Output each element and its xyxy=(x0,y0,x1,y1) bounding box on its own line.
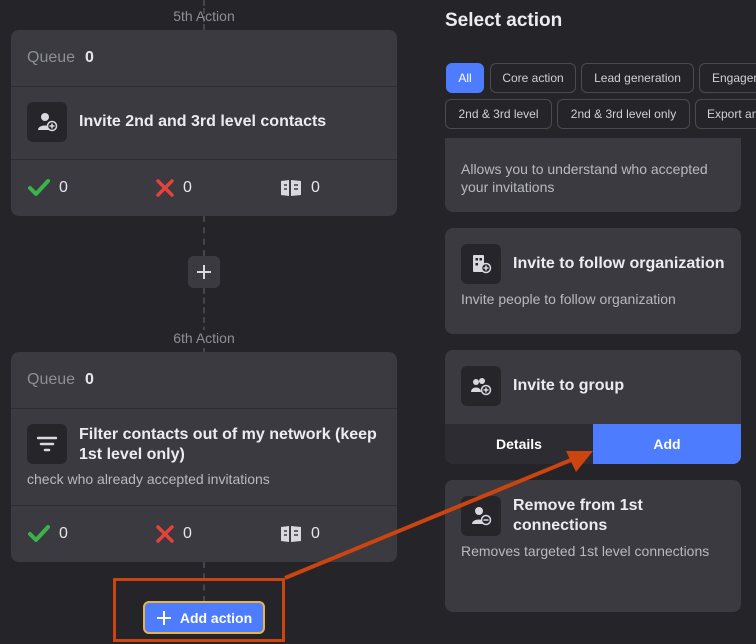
filter-chip-2nd-3rd-level-only[interactable]: 2nd & 3rd level only xyxy=(557,99,690,129)
action-option-desc: Invite people to follow organization xyxy=(461,291,676,307)
skipped-icon xyxy=(281,526,301,542)
stats-row: 0 0 0 xyxy=(11,159,397,216)
action-title-line2: 1st level only) xyxy=(79,446,185,463)
failed-count: 0 xyxy=(183,525,192,542)
action-title: Filter contacts out of my network (keep … xyxy=(79,425,389,465)
action-option-invite-follow-organization[interactable]: Invite to follow organization Invite peo… xyxy=(445,228,741,334)
action-title-line1: Filter contacts out of my network (keep xyxy=(79,426,377,443)
action-row xyxy=(27,424,67,464)
filter-chip-lead-generation[interactable]: Lead generation xyxy=(581,63,694,93)
panel-title: Select action xyxy=(445,10,563,31)
add-button[interactable]: Add xyxy=(593,424,741,464)
details-button[interactable]: Details xyxy=(445,424,593,464)
skipped-stat: 0 xyxy=(279,178,320,198)
action-option-remove-from-connections[interactable]: Remove from 1st connections Removes targ… xyxy=(445,480,741,612)
action-option-invite-to-group[interactable]: Invite to group Details Add xyxy=(445,350,741,464)
queue-row: Queue 0 xyxy=(11,30,397,87)
cross-icon xyxy=(156,179,174,197)
action-option-title-line2: connections xyxy=(513,517,608,534)
success-count: 0 xyxy=(59,525,68,542)
action-option-title: Invite to follow organization xyxy=(513,255,725,272)
check-icon xyxy=(28,179,50,196)
action-option-title-line1: Remove from 1st xyxy=(513,497,643,514)
action-card-6[interactable]: Queue 0 Filter contacts out of my networ… xyxy=(11,352,397,562)
success-count: 0 xyxy=(59,179,68,196)
step-label-6: 6th Action xyxy=(11,330,397,348)
queue-row: Queue 0 xyxy=(11,352,397,409)
skipped-count: 0 xyxy=(311,525,320,542)
filter-icon xyxy=(27,424,67,464)
stats-row: 0 0 0 xyxy=(11,505,397,562)
filter-chip-core-action[interactable]: Core action xyxy=(490,63,576,93)
skipped-count: 0 xyxy=(311,179,320,196)
filter-chip-all[interactable]: All xyxy=(446,63,484,93)
building-plus-icon xyxy=(461,244,501,284)
group-plus-icon xyxy=(461,366,501,406)
plus-icon xyxy=(197,265,211,279)
queue-value: 0 xyxy=(85,49,94,66)
step-label-5: 5th Action xyxy=(173,8,235,24)
failed-stat: 0 xyxy=(155,178,192,198)
action-option-desc: Removes targeted 1st level connections xyxy=(461,543,710,559)
check-icon xyxy=(28,525,50,542)
queue-value: 0 xyxy=(85,371,94,388)
queue-label: Queue xyxy=(27,371,76,388)
action-desc: check who already accepted invitations xyxy=(27,471,270,487)
success-stat: 0 xyxy=(27,524,68,544)
connector-line xyxy=(203,216,205,256)
user-minus-icon xyxy=(461,496,501,536)
action-option-desc-line1: Allows you to understand who accepted xyxy=(461,161,708,177)
success-stat: 0 xyxy=(27,178,68,198)
action-card-5[interactable]: Queue 0 Invite 2nd and 3rd level contact… xyxy=(11,30,397,216)
failed-count: 0 xyxy=(183,179,192,196)
action-row: Invite 2nd and 3rd level contacts xyxy=(27,102,326,142)
filter-chip-engagement[interactable]: Engagement xyxy=(699,63,756,93)
skipped-stat: 0 xyxy=(279,524,320,544)
user-plus-icon xyxy=(27,102,67,142)
filter-chip-2nd-3rd-level[interactable]: 2nd & 3rd level xyxy=(445,99,552,129)
action-option-desc-line2: your invitations xyxy=(461,179,555,195)
action-option-card[interactable]: Allows you to understand who accepted yo… xyxy=(445,138,741,212)
insert-action-button[interactable] xyxy=(188,256,220,288)
skipped-icon xyxy=(281,180,301,196)
queue-label: Queue xyxy=(27,49,76,66)
annotation-highlight-box xyxy=(113,578,285,642)
action-title: Invite 2nd and 3rd level contacts xyxy=(79,113,327,130)
action-option-title: Invite to group xyxy=(513,377,625,394)
cross-icon xyxy=(156,525,174,543)
filter-chip-export[interactable]: Export and xyxy=(695,99,756,129)
failed-stat: 0 xyxy=(155,524,192,544)
